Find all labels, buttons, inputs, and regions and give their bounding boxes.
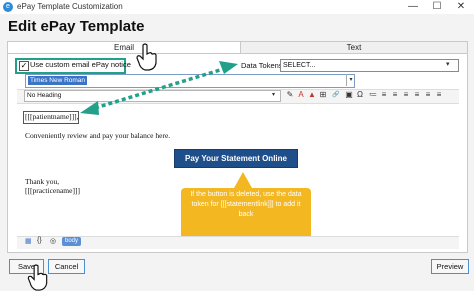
preview-button[interactable]: Preview	[431, 259, 469, 274]
body-tag-badge[interactable]: body	[62, 237, 82, 246]
arrow-head-right	[219, 61, 238, 74]
preview-view-icon[interactable]: ◎	[50, 237, 56, 245]
hand-cursor-icon	[136, 43, 157, 71]
arrow-line	[94, 65, 231, 110]
hand-cursor-icon	[27, 264, 48, 291]
cancel-button[interactable]: Cancel	[48, 259, 85, 274]
arrow-head-left	[80, 101, 99, 115]
code-view-icon[interactable]: {}	[37, 237, 42, 244]
editor-status-bar	[17, 236, 459, 249]
design-view-icon[interactable]: ▦	[25, 237, 32, 245]
